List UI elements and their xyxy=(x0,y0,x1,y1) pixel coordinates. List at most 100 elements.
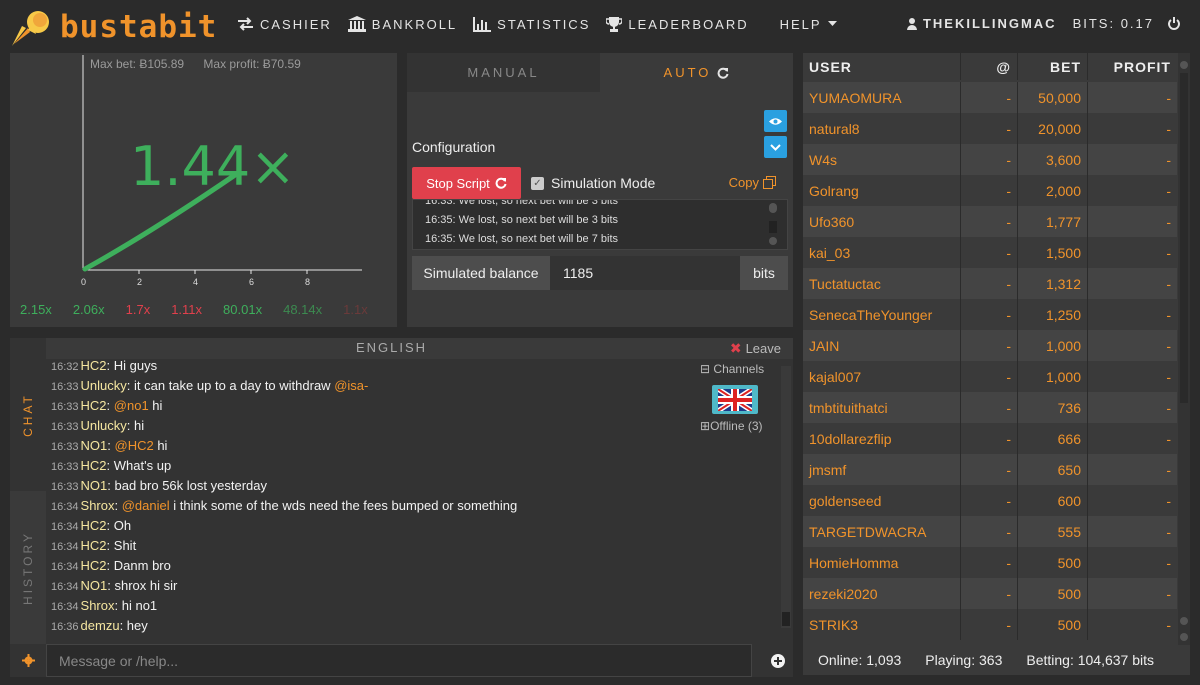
player-row[interactable]: 10dollarezflip -666- xyxy=(803,423,1177,454)
player-username[interactable]: W4s xyxy=(803,144,961,175)
player-cashed-at: - xyxy=(961,82,1018,113)
player-row[interactable]: rezeki2020-500- xyxy=(803,578,1177,609)
message-username[interactable]: Unlucky xyxy=(81,378,127,393)
message-username[interactable]: HC2 xyxy=(81,518,107,533)
message-username[interactable]: HC2 xyxy=(81,538,107,553)
message-username[interactable]: HC2 xyxy=(81,398,107,413)
copy-link[interactable]: Copy xyxy=(729,175,776,190)
player-username[interactable]: HomieHomma xyxy=(803,547,961,578)
offline-toggle[interactable]: ⊞Offline (3) xyxy=(700,419,763,433)
player-row[interactable]: jmsmf -650- xyxy=(803,454,1177,485)
player-username[interactable]: jmsmf xyxy=(803,454,961,485)
player-row[interactable]: SenecaTheYounger -1,250- xyxy=(803,299,1177,330)
player-cashed-at: - xyxy=(961,113,1018,144)
history-multiplier[interactable]: 1.1x xyxy=(343,302,368,317)
player-username[interactable]: SenecaTheYounger xyxy=(803,299,961,330)
simulation-mode-toggle[interactable]: ✓ Simulation Mode xyxy=(531,175,655,191)
username[interactable]: THEKILLINGMAC xyxy=(923,16,1057,31)
message-username[interactable]: NO1 xyxy=(81,578,108,593)
history-multiplier[interactable]: 80.01x xyxy=(223,302,262,317)
message-mention[interactable]: @daniel xyxy=(122,498,170,513)
player-profit: - xyxy=(1166,337,1171,354)
message-username[interactable]: demzu xyxy=(81,618,120,633)
tab-manual[interactable]: MANUAL xyxy=(407,53,600,92)
sim-balance-input[interactable]: 1185 xyxy=(550,256,740,290)
player-row[interactable]: STRIK3-500- xyxy=(803,609,1177,640)
message-username[interactable]: NO1 xyxy=(81,478,108,493)
player-username[interactable]: natural8 xyxy=(803,113,961,144)
logo[interactable]: bustabit xyxy=(10,6,217,48)
chat-settings-button[interactable] xyxy=(10,644,46,677)
message-username[interactable]: Shrox xyxy=(81,498,115,513)
channels-toggle[interactable]: ⊟ Channels xyxy=(700,362,764,376)
power-icon[interactable] xyxy=(1168,17,1180,30)
player-username[interactable]: rezeki2020 xyxy=(803,578,961,609)
player-username[interactable]: STRIK3 xyxy=(803,609,961,640)
history-multiplier[interactable]: 1.7x xyxy=(126,302,151,317)
chat-message-input[interactable] xyxy=(46,644,752,677)
col-cashed-at[interactable]: @ xyxy=(961,53,1018,80)
message-mention[interactable]: @no1 xyxy=(114,398,149,413)
players-scrollbar[interactable] xyxy=(1178,53,1190,645)
player-username[interactable]: kajal007 xyxy=(803,361,961,392)
message-username[interactable]: HC2 xyxy=(81,558,107,573)
message-username[interactable]: HC2 xyxy=(81,458,107,473)
col-profit[interactable]: PROFIT xyxy=(1088,53,1177,80)
betting-total: Betting: 104,637 bits xyxy=(1026,652,1155,668)
message-mention[interactable]: @isa- xyxy=(334,378,368,393)
history-multiplier[interactable]: 2.15x xyxy=(20,302,52,317)
history-multiplier[interactable]: 48.14x xyxy=(283,302,322,317)
message-separator: : xyxy=(126,378,135,393)
nav-help[interactable]: HELP xyxy=(780,16,837,32)
player-username[interactable]: 10dollarezflip xyxy=(803,423,961,454)
simulation-checkbox[interactable]: ✓ xyxy=(531,176,544,190)
player-row[interactable]: natural8-20,000- xyxy=(803,113,1177,144)
tab-auto[interactable]: AUTO xyxy=(600,53,793,92)
col-bet[interactable]: BET xyxy=(1018,53,1088,80)
player-username[interactable]: Tuctatuctac xyxy=(803,268,961,299)
player-row[interactable]: HomieHomma -500- xyxy=(803,547,1177,578)
player-row[interactable]: YUMAOMURA -50,000- xyxy=(803,82,1177,113)
player-row[interactable]: Tuctatuctac -1,312- xyxy=(803,268,1177,299)
player-row[interactable]: kajal007-1,000- xyxy=(803,361,1177,392)
player-row[interactable]: W4s -3,600- xyxy=(803,144,1177,175)
player-username[interactable]: TARGETDWACRA xyxy=(803,516,961,547)
message-username[interactable]: Unlucky xyxy=(81,418,127,433)
tab-history[interactable]: HISTORY xyxy=(10,491,46,644)
script-log[interactable]: 16:33: We lost, so next bet will be 3 bi… xyxy=(412,199,788,250)
player-username[interactable]: JAIN xyxy=(803,330,961,361)
eye-button[interactable] xyxy=(764,110,787,132)
player-username[interactable]: Golrang xyxy=(803,175,961,206)
player-username[interactable]: YUMAOMURA xyxy=(803,82,961,113)
player-username[interactable]: Ufo360 xyxy=(803,206,961,237)
player-row[interactable]: Ufo360-1,777- xyxy=(803,206,1177,237)
player-row[interactable]: JAIN -1,000- xyxy=(803,330,1177,361)
message-mention[interactable]: @HC2 xyxy=(115,438,154,453)
player-username[interactable]: kai_03 xyxy=(803,237,961,268)
player-row[interactable]: tmbtituithatci -736- xyxy=(803,392,1177,423)
player-row[interactable]: Golrang -2,000- xyxy=(803,175,1177,206)
tab-chat[interactable]: CHAT xyxy=(10,338,46,491)
message-username[interactable]: HC2 xyxy=(81,358,107,373)
nav-cashier[interactable]: CASHIER xyxy=(237,16,332,32)
player-row[interactable]: TARGETDWACRA -555- xyxy=(803,516,1177,547)
player-username[interactable]: goldenseed xyxy=(803,485,961,516)
leave-button[interactable]: ✖ Leave xyxy=(730,340,781,357)
history-multiplier[interactable]: 2.06x xyxy=(73,302,105,317)
send-button[interactable] xyxy=(762,644,793,677)
uk-flag-button[interactable] xyxy=(712,385,758,414)
col-user[interactable]: USER xyxy=(803,53,961,80)
nav-statistics[interactable]: STATISTICS xyxy=(473,16,590,32)
nav-leaderboard[interactable]: LEADERBOARD xyxy=(606,16,748,32)
player-row[interactable]: kai_03-1,500- xyxy=(803,237,1177,268)
message-username[interactable]: NO1 xyxy=(81,438,108,453)
log-scrollbar[interactable] xyxy=(768,203,778,245)
player-username[interactable]: tmbtituithatci xyxy=(803,392,961,423)
nav-bankroll[interactable]: BANKROLL xyxy=(347,16,457,32)
expand-config-button[interactable] xyxy=(764,136,787,158)
message-username[interactable]: Shrox xyxy=(81,598,115,613)
stop-script-button[interactable]: Stop Script xyxy=(412,167,521,199)
history-multiplier[interactable]: 1.11x xyxy=(171,302,202,317)
player-row[interactable]: goldenseed -600- xyxy=(803,485,1177,516)
chat-scrollbar[interactable] xyxy=(781,366,791,628)
